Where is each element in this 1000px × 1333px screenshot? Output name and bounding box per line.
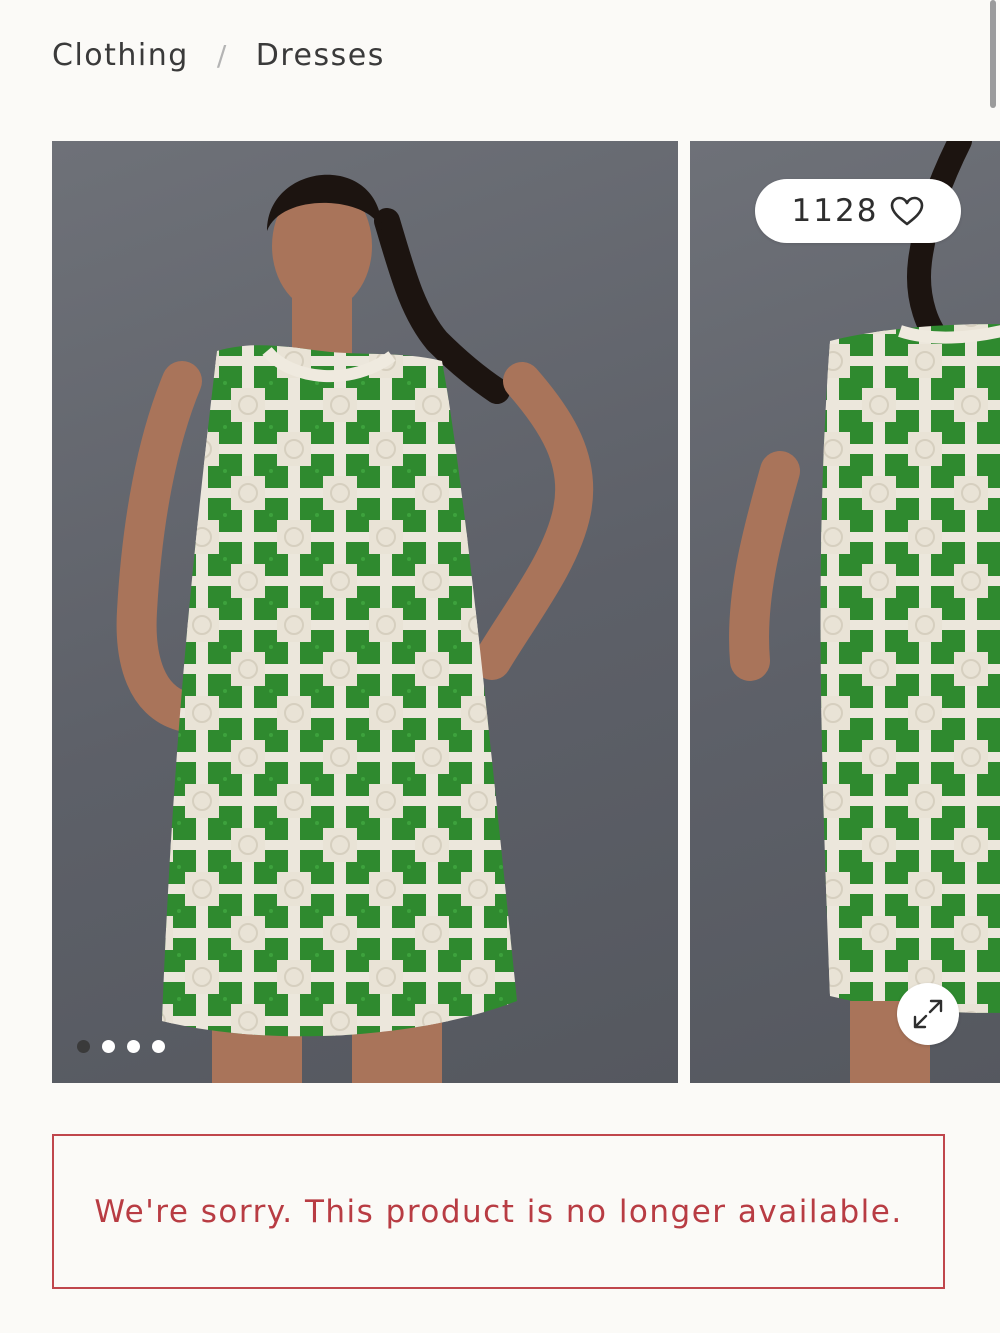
model-front-illustration	[116, 174, 594, 1083]
product-page: Clothing / Dresses 1128 We're sorry. Thi…	[0, 0, 1000, 1333]
product-unavailable-notice: We're sorry. This product is no longer a…	[52, 1134, 945, 1289]
expand-arrows-icon	[913, 999, 943, 1029]
expand-image-button[interactable]	[897, 983, 959, 1045]
breadcrumb: Clothing / Dresses	[52, 30, 385, 80]
breadcrumb-clothing-link[interactable]: Clothing	[52, 38, 189, 73]
product-image-back[interactable]	[690, 141, 1000, 1083]
unavailable-message: We're sorry. This product is no longer a…	[94, 1193, 903, 1230]
page-scrollbar[interactable]	[990, 0, 996, 108]
carousel-dot-3[interactable]	[127, 1040, 140, 1053]
product-image-front[interactable]	[52, 141, 678, 1083]
carousel-pagination	[77, 1040, 165, 1053]
carousel-dot-2[interactable]	[102, 1040, 115, 1053]
breadcrumb-separator: /	[216, 38, 228, 72]
carousel-dot-4[interactable]	[152, 1040, 165, 1053]
breadcrumb-dresses-link[interactable]: Dresses	[256, 38, 385, 73]
carousel-dot-1[interactable]	[77, 1040, 90, 1053]
favorite-button[interactable]: 1128	[755, 179, 961, 243]
model-back-illustration	[729, 141, 1000, 1083]
heart-outline-icon	[891, 196, 924, 226]
product-image-carousel[interactable]	[0, 141, 1000, 1084]
favorite-count: 1128	[791, 193, 879, 229]
